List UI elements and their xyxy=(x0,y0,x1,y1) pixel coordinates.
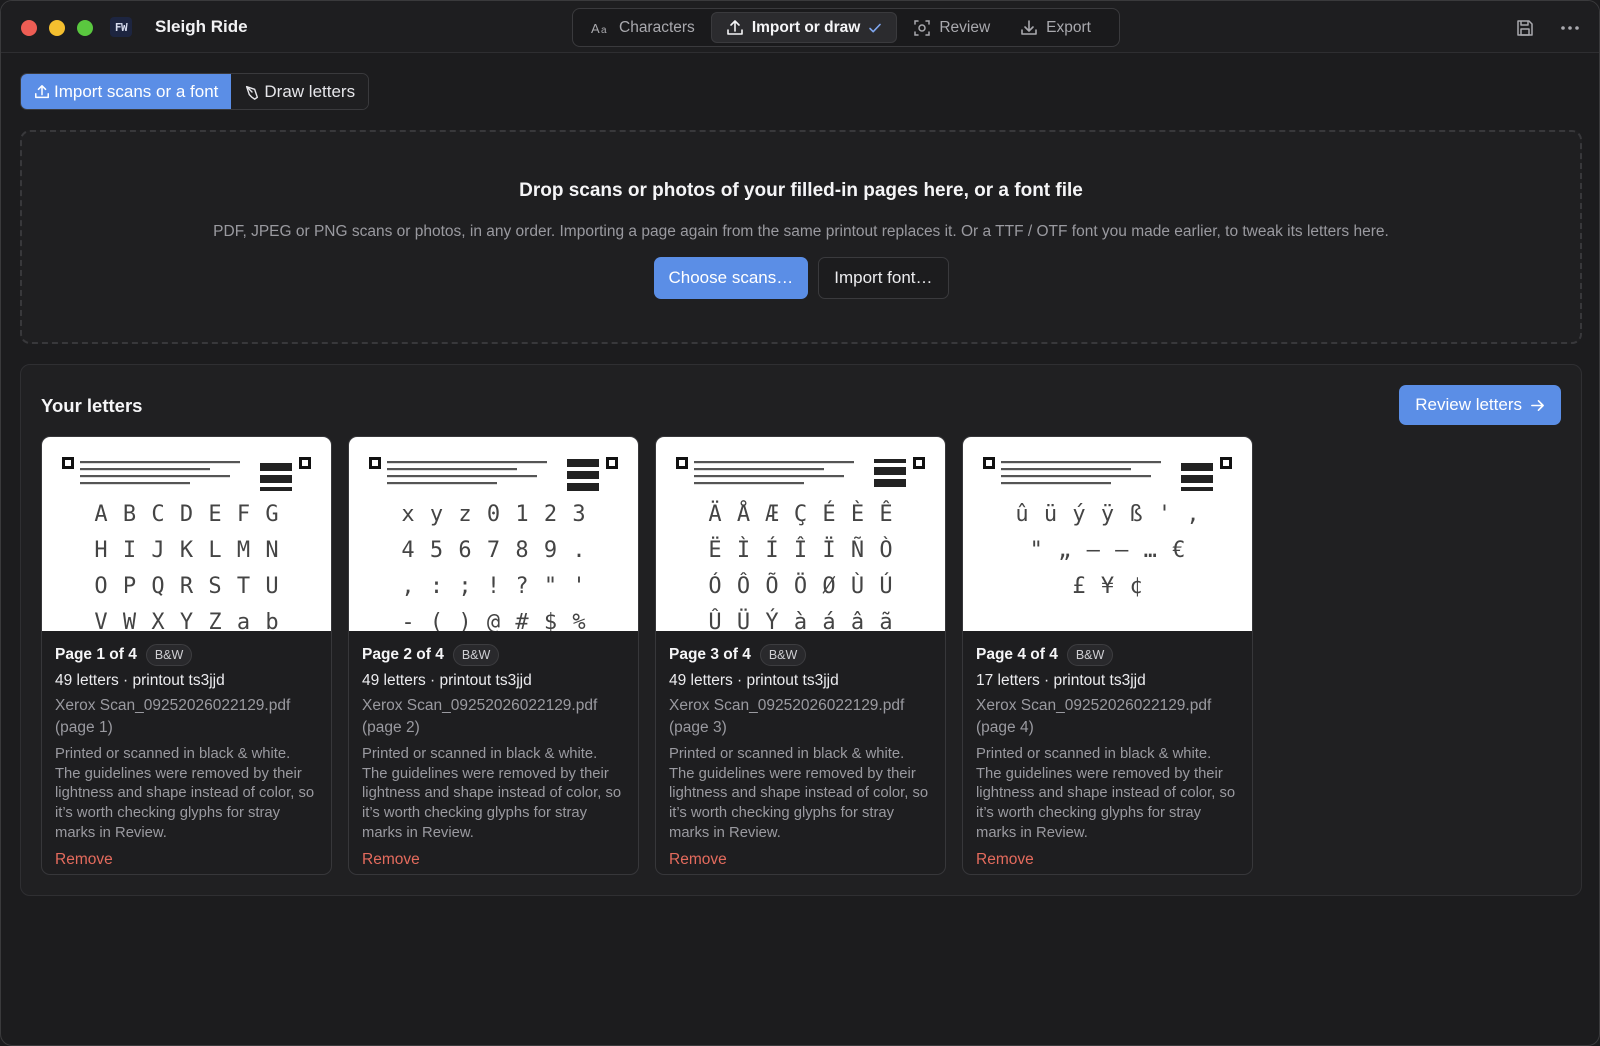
choose-scans-button[interactable]: Choose scans… xyxy=(653,257,809,299)
tab-characters[interactable]: A a Characters xyxy=(577,12,709,43)
tab-draw-letters[interactable]: Draw letters xyxy=(231,74,369,109)
glyph-row: H I J K L M N xyxy=(94,538,279,563)
color-mode-badge: B&W xyxy=(452,644,500,666)
remove-page-button[interactable]: Remove xyxy=(669,851,932,869)
drop-zone-subtitle: PDF, JPEG or PNG scans or photos, in any… xyxy=(213,223,1389,240)
remove-page-button[interactable]: Remove xyxy=(362,851,625,869)
remove-page-button[interactable]: Remove xyxy=(55,851,318,869)
letter-count: 49 letters · printout ts3jjd xyxy=(362,672,532,689)
source-file-name: Xerox Scan_09252026022129.pdf (page 4) xyxy=(976,697,1212,736)
glyph-row: 4 5 6 7 8 9 . xyxy=(401,538,586,563)
source-file-name: Xerox Scan_09252026022129.pdf (page 2) xyxy=(362,697,598,736)
save-icon[interactable] xyxy=(1514,17,1536,39)
scan-preview-image: A B C D E F G H I J K L M N O P Q R S T U V… xyxy=(62,457,311,631)
tab-label: Review xyxy=(939,18,991,36)
remove-page-button[interactable]: Remove xyxy=(976,851,1239,869)
scan-description: Printed or scanned in black & white. The… xyxy=(976,746,1236,841)
zoom-window-button[interactable] xyxy=(77,20,93,36)
scan-thumbnail: x y z 0 1 2 3 4 5 6 7 8 9 . , : ; ! ? " ' -… xyxy=(349,437,638,631)
tab-label: Draw letters xyxy=(264,81,356,101)
glyph-row: O P Q R S T U xyxy=(94,574,279,599)
text-format-icon: A a xyxy=(591,21,607,35)
letter-count: 49 letters · printout ts3jjd xyxy=(55,672,225,689)
glyph-row: V W X Y Z a b xyxy=(94,610,279,631)
glyph-row: Ë Ì Í Î Ï Ñ Ò xyxy=(708,536,893,563)
close-window-button[interactable] xyxy=(21,20,37,36)
checkmark-icon xyxy=(869,23,882,32)
glyph-row: Û Ü Ý à á â ã xyxy=(708,609,893,631)
scan-description: Printed or scanned in black & white. The… xyxy=(669,746,929,841)
scan-preview-image: û ü ý ÿ ß ' ‚ " „ – — … € £ ¥ ¢ xyxy=(983,457,1232,599)
import-mode-tabs: Import scans or a font Draw letters xyxy=(20,73,370,110)
scan-preview-image: x y z 0 1 2 3 4 5 6 7 8 9 . , : ; ! ? " ' -… xyxy=(369,457,618,631)
title-bar: FW Sleigh Ride A a Characters Import or … xyxy=(1,1,1599,53)
minimize-window-button[interactable] xyxy=(49,20,65,36)
app-icon: FW xyxy=(110,17,132,37)
scan-thumbnail: A B C D E F G H I J K L M N O P Q R S T U V… xyxy=(42,437,331,631)
page-label: Page 1 of 4 xyxy=(55,646,137,663)
scan-page-card[interactable]: Ä Å Æ Ç É È Ê Ë Ì Í Î Ï Ñ Ò Ó Ô Õ Ö Ø Ù Ú Û… xyxy=(655,436,946,875)
letter-count: 49 letters · printout ts3jjd xyxy=(669,672,839,689)
review-letters-button[interactable]: Review letters xyxy=(1399,385,1561,425)
color-mode-badge: B&W xyxy=(759,644,807,666)
upload-icon xyxy=(727,19,743,35)
review-icon xyxy=(914,19,931,36)
color-mode-badge: B&W xyxy=(145,644,193,666)
glyph-row: Ó Ô Õ Ö Ø Ù Ú xyxy=(708,572,893,599)
glyph-row: " „ – — … € xyxy=(1030,538,1187,563)
workflow-tabs: A a Characters Import or draw Review Exp… xyxy=(572,8,1120,47)
tab-import-scans[interactable]: Import scans or a font xyxy=(21,74,232,109)
glyph-row: x y z 0 1 2 3 xyxy=(401,502,586,527)
your-letters-panel: Your letters Review letters A B C D E F … xyxy=(20,364,1582,896)
svg-text:A: A xyxy=(591,21,600,35)
more-icon[interactable] xyxy=(1559,17,1581,39)
drop-zone-title: Drop scans or photos of your filled-in p… xyxy=(519,180,1083,201)
tab-import-or-draw[interactable]: Import or draw xyxy=(710,12,898,43)
scan-description: Printed or scanned in black & white. The… xyxy=(362,746,622,841)
pen-icon xyxy=(246,85,259,100)
source-file-name: Xerox Scan_09252026022129.pdf (page 3) xyxy=(669,697,905,736)
page-label: Page 3 of 4 xyxy=(669,646,751,663)
letter-count: 17 letters · printout ts3jjd xyxy=(976,672,1146,689)
button-label: Review letters xyxy=(1415,395,1522,414)
scan-thumbnail: û ü ý ÿ ß ' ‚ " „ – — … € £ ¥ ¢ xyxy=(963,437,1252,631)
scan-page-card[interactable]: x y z 0 1 2 3 4 5 6 7 8 9 . , : ; ! ? " ' -… xyxy=(348,436,639,875)
scan-description: Printed or scanned in black & white. The… xyxy=(55,746,315,841)
tab-label: Import scans or a font xyxy=(54,81,219,101)
scan-page-card[interactable]: A B C D E F G H I J K L M N O P Q R S T U V… xyxy=(41,436,332,875)
glyph-row: , : ; ! ? " ' xyxy=(401,574,586,599)
import-font-button[interactable]: Import font… xyxy=(818,257,949,299)
window-title: Sleigh Ride xyxy=(155,17,248,36)
glyph-row: £ ¥ ¢ xyxy=(1072,574,1143,599)
arrow-right-icon xyxy=(1531,399,1544,411)
glyph-row: û ü ý ÿ ß ' ‚ xyxy=(1015,502,1200,527)
glyph-row: - ( ) @ # $ % xyxy=(401,610,586,631)
source-file-name: Xerox Scan_09252026022129.pdf (page 1) xyxy=(55,697,291,736)
color-mode-badge: B&W xyxy=(1066,644,1114,666)
upload-icon xyxy=(35,84,49,98)
download-icon xyxy=(1021,19,1037,35)
file-drop-zone[interactable]: Drop scans or photos of your filled-in p… xyxy=(20,130,1582,344)
scan-card-list: A B C D E F G H I J K L M N O P Q R S T U V… xyxy=(41,436,1253,875)
tab-review[interactable]: Review xyxy=(899,12,1004,43)
app-window: FW Sleigh Ride A a Characters Import or … xyxy=(0,0,1600,1046)
section-title: Your letters xyxy=(41,395,143,416)
svg-text:a: a xyxy=(601,25,607,35)
scan-thumbnail: Ä Å Æ Ç É È Ê Ë Ì Í Î Ï Ñ Ò Ó Ô Õ Ö Ø Ù Ú Û… xyxy=(656,437,945,631)
page-label: Page 2 of 4 xyxy=(362,646,444,663)
glyph-row: Ä Å Æ Ç É È Ê xyxy=(708,500,893,527)
glyph-row: A B C D E F G xyxy=(94,502,279,527)
scan-preview-image: Ä Å Æ Ç É È Ê Ë Ì Í Î Ï Ñ Ò Ó Ô Õ Ö Ø Ù Ú Û… xyxy=(676,457,925,631)
tab-export[interactable]: Export xyxy=(1006,12,1105,43)
page-label: Page 4 of 4 xyxy=(976,646,1058,663)
tab-label: Export xyxy=(1046,18,1091,36)
scan-page-card[interactable]: û ü ý ÿ ß ' ‚ " „ – — … € £ ¥ ¢ Page 4 of… xyxy=(962,436,1253,875)
tab-label: Characters xyxy=(619,18,695,36)
tab-label: Import or draw xyxy=(751,18,861,36)
